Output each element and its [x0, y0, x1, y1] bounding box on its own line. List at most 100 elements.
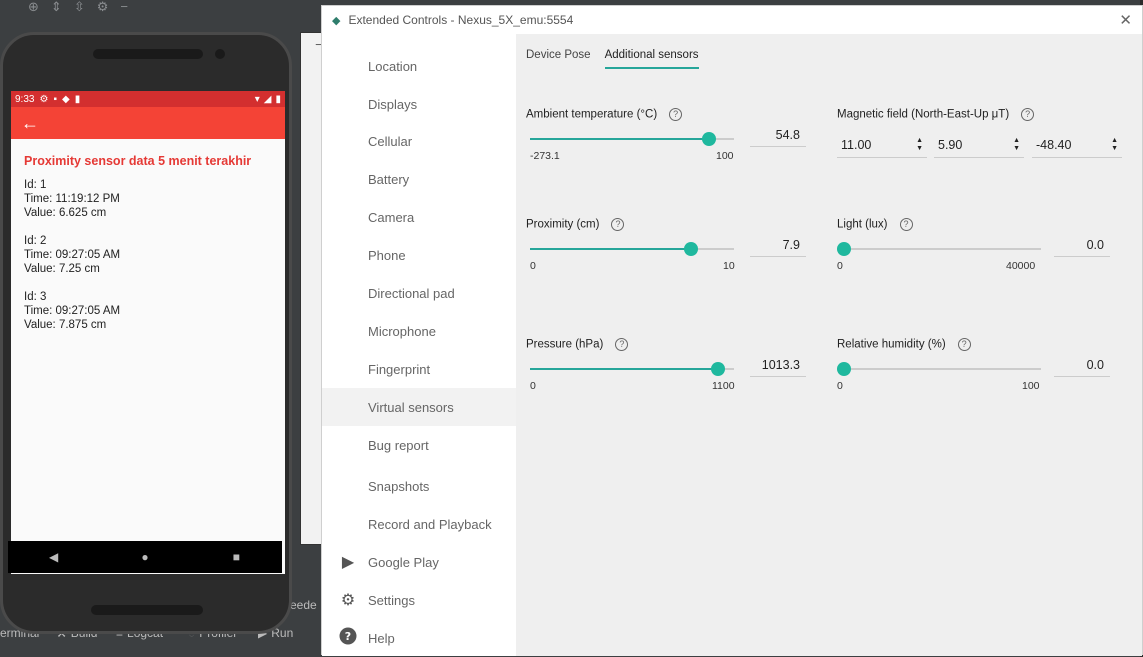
phone-screen[interactable]: 9:33 ⚙ ▪ ◆ ▮ ▾ ◢ ▮ ← Proximity sensor da… — [11, 91, 285, 574]
sidebar-item-bug-report[interactable]: Bug report — [322, 426, 516, 464]
sidebar-item-cellular[interactable]: Cellular — [322, 122, 516, 160]
ambient-temperature-sensor: Ambient temperature (°C)? -273.1 100 54.… — [516, 108, 806, 178]
sidebar-item-snapshots[interactable]: Snapshots — [322, 467, 516, 505]
light-value[interactable]: 0.0 — [1054, 233, 1110, 257]
nav-back-icon[interactable]: ◀ — [34, 550, 74, 564]
sd-card-icon: ▮ — [74, 93, 81, 105]
page-title: Proximity sensor data 5 menit terakhir — [24, 154, 252, 168]
status-time: 9:33 — [15, 93, 35, 105]
magnetic-north-field[interactable]: 11.00 ▲ ▼ — [837, 134, 927, 158]
help-icon[interactable]: ? — [899, 218, 913, 231]
slider-thumb[interactable] — [710, 362, 725, 376]
target-icon[interactable]: ⊕ — [28, 0, 39, 14]
phone-camera — [215, 49, 225, 59]
slider-max: 10 — [723, 260, 735, 272]
record-value: Value: 7.25 cm — [24, 263, 100, 275]
record-value: Value: 6.625 cm — [24, 207, 107, 219]
humidity-slider[interactable] — [837, 362, 1041, 376]
proximity-value[interactable]: 7.9 — [750, 233, 806, 257]
sidebar-item-battery[interactable]: Battery — [322, 160, 516, 198]
sidebar-item-record-playback[interactable]: Record and Playback — [322, 505, 516, 543]
help-icon[interactable]: ? — [957, 338, 971, 351]
slider-max: 40000 — [1006, 260, 1036, 272]
app-bar: ← — [11, 107, 285, 139]
phone-speaker — [93, 49, 203, 59]
sidebar-item-camera[interactable]: Camera — [322, 198, 516, 236]
minimize-icon[interactable]: − — [120, 0, 128, 14]
nav-recents-icon[interactable]: ■ — [216, 550, 256, 564]
sidebar-item-fingerprint[interactable]: Fingerprint — [322, 350, 516, 388]
slider-thumb[interactable] — [702, 132, 717, 146]
list-item: Id: 1 Time: 11:19:12 PM Value: 6.625 cm — [24, 178, 272, 220]
record-id: Id: 3 — [24, 291, 47, 303]
pressure-value[interactable]: 1013.3 — [750, 353, 806, 377]
sidebar-item-phone[interactable]: Phone — [322, 236, 516, 274]
close-icon[interactable]: ✕ — [1119, 11, 1132, 29]
back-arrow-icon[interactable]: ← — [21, 114, 39, 132]
settings-icon: ⚙ — [39, 93, 49, 105]
sensor-data-list: Proximity sensor data 5 menit terakhir I… — [11, 139, 285, 361]
help-icon[interactable]: ? — [611, 218, 625, 231]
sidebar-item-virtual-sensors[interactable]: Virtual sensors — [322, 388, 516, 426]
status-bar: 9:33 ⚙ ▪ ◆ ▮ ▾ ◢ ▮ — [11, 91, 285, 107]
slider-thumb[interactable] — [837, 242, 851, 256]
slider-min: 0 — [837, 380, 843, 392]
help-icon[interactable]: ? — [669, 108, 683, 121]
app-logo-icon: ◆ — [332, 14, 341, 27]
ambient-temperature-value[interactable]: 54.8 — [750, 123, 806, 147]
ambient-temperature-slider[interactable] — [530, 132, 734, 146]
slider-min: 0 — [837, 260, 843, 272]
wifi-icon: ▾ — [254, 93, 260, 105]
tab-device-pose[interactable]: Device Pose — [526, 49, 591, 69]
spinner-icon[interactable]: ▲ ▼ — [1111, 137, 1118, 153]
help-icon: ? — [338, 627, 358, 650]
pressure-slider[interactable] — [530, 362, 734, 376]
slider-max: 100 — [716, 150, 734, 162]
sidebar-item-location[interactable]: Location — [322, 47, 516, 85]
tab-additional-sensors[interactable]: Additional sensors — [604, 49, 699, 69]
sidebar-item-displays[interactable]: Displays — [322, 85, 516, 123]
record-time: Time: 11:19:12 PM — [24, 193, 120, 205]
slider-max: 100 — [1022, 380, 1040, 392]
spinner-icon[interactable]: ▲ ▼ — [1013, 137, 1020, 153]
nav-home-icon[interactable]: ● — [125, 550, 165, 564]
play-icon: ▶ — [341, 554, 355, 571]
expand-icon[interactable]: ⇕ — [51, 0, 62, 14]
gear-icon[interactable]: ⚙ — [97, 0, 109, 14]
spinner-icon[interactable]: ▲ ▼ — [916, 137, 923, 153]
list-item: Id: 3 Time: 09:27:05 AM Value: 7.875 cm — [24, 290, 272, 332]
magnetic-field-sensor: Magnetic field (North-East-Up μT)? 11.00… — [820, 108, 1130, 178]
phone-speaker-bottom — [91, 605, 203, 615]
notification-icon: ▪ — [53, 93, 57, 105]
humidity-value[interactable]: 0.0 — [1054, 353, 1110, 377]
light-slider[interactable] — [837, 242, 1041, 256]
sidebar-item-help[interactable]: ? Help — [322, 619, 516, 657]
help-icon[interactable]: ? — [615, 338, 629, 351]
sensor-label: Pressure (hPa) — [526, 338, 604, 351]
slider-thumb[interactable] — [837, 362, 851, 376]
record-time: Time: 09:27:05 AM — [24, 249, 121, 261]
help-icon[interactable]: ? — [1021, 108, 1035, 121]
extended-controls-window: ◆ Extended Controls - Nexus_5X_emu:5554 … — [321, 5, 1143, 657]
magnetic-up-field[interactable]: -48.40 ▲ ▼ — [1032, 134, 1122, 158]
sensor-label: Relative humidity (%) — [837, 338, 946, 351]
proximity-slider[interactable] — [530, 242, 734, 256]
main-panel: Device Pose Additional sensors Ambient t… — [516, 34, 1142, 656]
collapse-icon[interactable]: ⇳ — [74, 0, 85, 14]
light-sensor: Light (lux)? 0 40000 0.0 — [820, 218, 1110, 288]
record-value: Value: 7.875 cm — [24, 319, 107, 331]
sensor-label: Ambient temperature (°C) — [526, 108, 658, 121]
slider-min: 0 — [530, 380, 536, 392]
record-time: Time: 09:27:05 AM — [24, 305, 121, 317]
slider-thumb[interactable] — [684, 242, 699, 256]
magnetic-east-field[interactable]: 5.90 ▲ ▼ — [934, 134, 1024, 158]
sidebar-item-directional-pad[interactable]: Directional pad — [322, 274, 516, 312]
sidebar-item-settings[interactable]: ⚙ Settings — [322, 581, 516, 619]
svg-text:?: ? — [345, 630, 351, 643]
signal-icon: ◢ — [263, 93, 272, 105]
sidebar-item-google-play[interactable]: ▶ Google Play — [322, 543, 516, 581]
sidebar-item-microphone[interactable]: Microphone — [322, 312, 516, 350]
window-titlebar: ◆ Extended Controls - Nexus_5X_emu:5554 … — [322, 6, 1142, 34]
sensor-label: Light (lux) — [837, 218, 888, 231]
sensor-label: Proximity (cm) — [526, 218, 600, 231]
